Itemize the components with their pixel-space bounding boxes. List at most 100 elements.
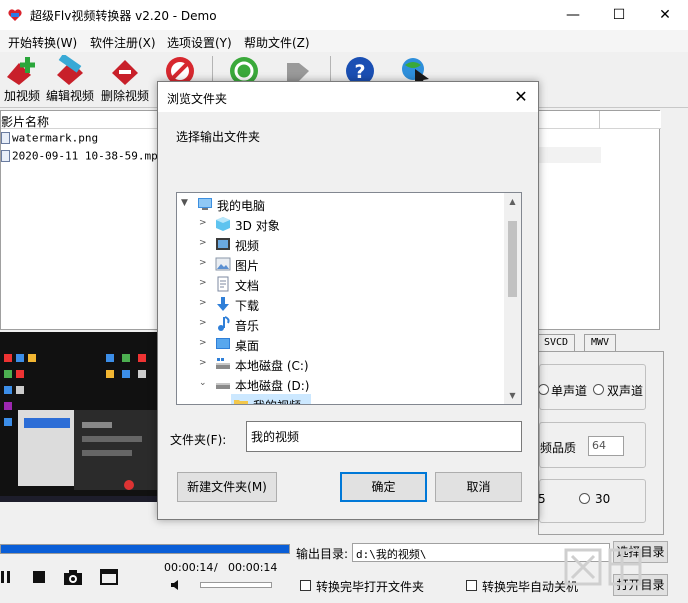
tree-item-pictures[interactable]: > 图片 (177, 254, 503, 274)
desktop-shortcut-icon (4, 418, 12, 426)
tree-item-desktop[interactable]: > 桌面 (177, 334, 503, 354)
desktop-shortcut-icon (28, 354, 36, 362)
desktop-shortcut-icon (106, 370, 114, 378)
camera-icon[interactable] (62, 566, 84, 588)
tab-mwv[interactable]: MWV (584, 334, 617, 352)
menu-help[interactable]: 帮助文件(Z) (244, 34, 310, 51)
edit-video-icon (57, 55, 83, 85)
preview-record-dot (124, 480, 134, 490)
menu-start-convert[interactable]: 开始转换(W) (8, 34, 77, 51)
menu-register[interactable]: 软件注册(X) (90, 34, 156, 51)
folder-label: 文件夹(F): (170, 433, 227, 447)
preview-taskbar (0, 496, 160, 502)
file-icon (1, 132, 10, 144)
scroll-down-icon[interactable]: ▼ (504, 387, 521, 404)
dialog-prompt: 选择输出文件夹 (176, 130, 261, 144)
tree-item-drive-c[interactable]: > 本地磁盘 (C:) (177, 354, 503, 374)
cube-icon (216, 217, 230, 231)
add-video-button[interactable]: 加视频 (0, 52, 44, 108)
column-divider (599, 111, 600, 129)
volume-icon[interactable] (170, 578, 184, 592)
scroll-up-icon[interactable]: ▲ (504, 193, 521, 210)
tree-item-3d-objects[interactable]: > 3D 对象 (177, 214, 503, 234)
file-row[interactable]: 2020-09-11 10-38-59.mp4 (1, 149, 164, 167)
tree-item-documents[interactable]: > 文档 (177, 274, 503, 294)
close-button[interactable]: ✕ (642, 0, 688, 30)
tree-item-my-computer[interactable]: ▼ 我的电脑 (177, 194, 503, 214)
mono-label: 单声道 (551, 384, 588, 398)
expand-arrow-icon[interactable]: > (199, 338, 209, 348)
collapse-arrow-icon[interactable]: ▼ (181, 198, 191, 208)
menu-options[interactable]: 选项设置(Y) (167, 34, 232, 51)
preview-window-bar (82, 450, 132, 456)
minimize-button[interactable]: — (550, 0, 596, 30)
dialog-title: 浏览文件夹 (167, 92, 228, 106)
new-folder-button[interactable]: 新建文件夹(M) (177, 472, 277, 502)
stereo-radio[interactable] (593, 384, 604, 395)
scroll-thumb[interactable] (508, 221, 517, 297)
drive-icon (216, 383, 230, 389)
add-video-icon (7, 57, 35, 85)
file-icon (1, 150, 10, 162)
preview-window-bar (24, 418, 70, 428)
collapse-arrow-icon[interactable]: ⌄ (199, 378, 209, 388)
seek-bar[interactable] (0, 544, 290, 554)
total-time: 00:00:14 (228, 561, 278, 574)
fps-30-radio[interactable] (579, 493, 590, 504)
desktop-shortcut-icon (122, 354, 130, 362)
desktop-shortcut-icon (4, 386, 12, 394)
dialog-close-button[interactable]: ✕ (504, 82, 538, 112)
music-icon (218, 316, 230, 331)
tree-item-my-videos[interactable]: 我的视频 (231, 394, 311, 404)
desktop-shortcut-icon (16, 354, 24, 362)
fullscreen-icon[interactable] (98, 566, 120, 588)
tree-item-videos[interactable]: > 视频 (177, 234, 503, 254)
delete-video-button[interactable]: 删除视频 (98, 52, 152, 108)
title-bar: 超级Flv视频转换器 v2.20 - Demo — ☐ ✕ (0, 0, 688, 30)
desktop-shortcut-icon (4, 354, 12, 362)
tree-scrollbar[interactable]: ▲ ▼ (504, 193, 521, 404)
audio-quality-field[interactable]: 64 (588, 436, 624, 456)
expand-arrow-icon[interactable]: > (199, 278, 209, 288)
desktop-shortcut-icon (138, 370, 146, 378)
download-icon (217, 297, 229, 311)
expand-arrow-icon[interactable]: > (199, 298, 209, 308)
column-movie-name[interactable]: 影片名称 (1, 113, 49, 130)
svg-text:?: ? (354, 61, 365, 83)
cancel-button[interactable]: 取消 (435, 472, 522, 502)
folder-input[interactable]: 我的视频 (246, 421, 522, 452)
volume-slider[interactable] (200, 582, 272, 588)
expand-arrow-icon[interactable]: > (199, 238, 209, 248)
folder-tree[interactable]: ▼ 我的电脑 > 3D 对象 > 视频 > 图片 > 文档 > 下载 > 音乐 … (176, 192, 522, 405)
tab-svcd[interactable]: SVCD (537, 334, 576, 352)
tree-item-music[interactable]: > 音乐 (177, 314, 503, 334)
app-heart-icon (8, 9, 22, 21)
expand-arrow-icon[interactable]: > (199, 358, 209, 368)
audio-quality-label: 频品质 (540, 441, 577, 455)
fps-label-b: 30 (595, 492, 611, 506)
delete-video-icon (112, 60, 138, 85)
edit-video-button[interactable]: 编辑视频 (44, 52, 96, 108)
maximize-button[interactable]: ☐ (596, 0, 642, 30)
menu-bar: 开始转换(W) 软件注册(X) 选项设置(Y) 帮助文件(Z) (0, 30, 688, 52)
ok-button[interactable]: 确定 (340, 472, 427, 502)
mono-radio[interactable] (538, 384, 549, 395)
shutdown-checkbox[interactable] (466, 580, 477, 591)
row-highlight (531, 147, 601, 163)
dialog-title-bar: 浏览文件夹 ✕ (158, 82, 538, 112)
tree-item-drive-d[interactable]: ⌄ 本地磁盘 (D:) (177, 374, 503, 394)
open-folder-checkbox[interactable] (300, 580, 311, 591)
expand-arrow-icon[interactable]: > (199, 258, 209, 268)
document-icon (217, 276, 229, 292)
pause-icon[interactable] (0, 566, 22, 588)
drive-icon (216, 358, 230, 369)
folder-icon (234, 400, 248, 404)
stop-icon[interactable] (28, 566, 50, 588)
expand-arrow-icon[interactable]: > (199, 318, 209, 328)
desktop-shortcut-icon (122, 370, 130, 378)
file-row[interactable]: watermark.png (1, 131, 98, 149)
tree-item-downloads[interactable]: > 下载 (177, 294, 503, 314)
window-title: 超级Flv视频转换器 v2.20 - Demo (30, 9, 217, 23)
pictures-icon (215, 257, 231, 271)
expand-arrow-icon[interactable]: > (199, 218, 209, 228)
